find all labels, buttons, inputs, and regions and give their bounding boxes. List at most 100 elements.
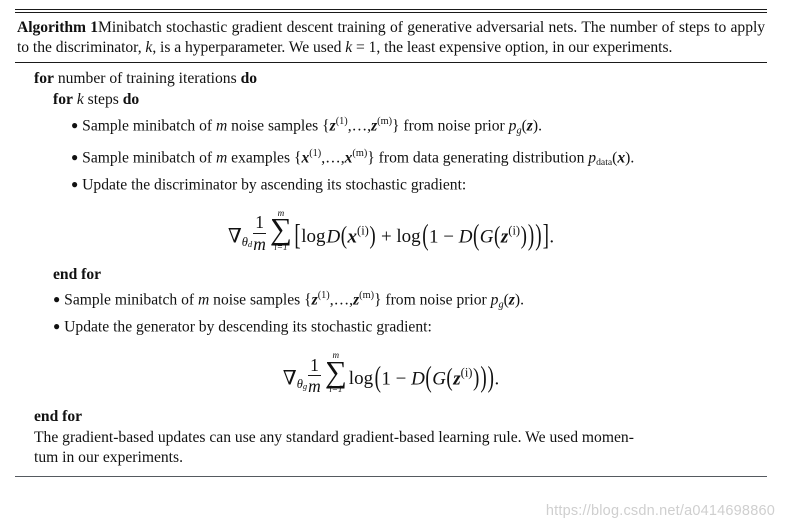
ellipsis: ,…,	[321, 149, 345, 167]
paren-open-3: (	[446, 364, 453, 393]
minus-operator: −	[443, 225, 454, 247]
step-text-mid: examples	[227, 149, 294, 167]
step-update-generator: ● Update the generator by descending its…	[53, 316, 765, 338]
step-text-tail: from noise prior	[399, 117, 509, 135]
paren-open-4: (	[494, 222, 501, 251]
step-text-lead: Sample minibatch of	[64, 291, 198, 309]
step-text: Update the discriminator by ascending it…	[82, 176, 467, 194]
subscript-data: data	[596, 157, 613, 169]
for-inner-variable: k	[76, 90, 84, 108]
closing-paragraph-line-1: The gradient-based updates can use any s…	[34, 428, 634, 446]
algorithm-label: Algorithm 1	[17, 18, 99, 36]
superscript-1: (1)	[317, 289, 330, 301]
algorithm-body: for number of training iterations do for…	[15, 63, 767, 471]
paren-close-1: )	[369, 222, 376, 251]
step-text: Update the generator by descending its s…	[64, 318, 432, 336]
nabla-symbol: ∇	[227, 224, 242, 247]
equation-generator: ∇θg 1 m m ∑ i=1 log(1 − D(G(z(i)))).	[17, 350, 765, 397]
fraction-one-over-m: 1m	[308, 354, 321, 397]
symbol-x-arg: x	[617, 149, 626, 167]
keyword-for-outer: for	[34, 69, 54, 87]
bullet-icon: ●	[71, 176, 79, 191]
paren-close-3: )	[472, 364, 480, 393]
end-for-inner-line: end for	[53, 265, 765, 286]
symbol-D-2: D	[458, 225, 473, 247]
paren-open-3: (	[472, 219, 480, 253]
summation-operator: m ∑ i=1	[325, 350, 347, 394]
paren-close-3: )	[527, 219, 535, 253]
algorithm-bottom-rule	[15, 476, 767, 478]
set-close-brace: }	[374, 291, 382, 309]
superscript-m: (m)	[352, 147, 368, 159]
fraction-denominator: m	[253, 233, 266, 254]
superscript-i-1: (i)	[357, 223, 369, 238]
symbol-m: m	[215, 117, 228, 135]
superscript-1: (1)	[335, 116, 348, 128]
superscript-i-2: (i)	[508, 223, 521, 238]
step-sample-examples: ● Sample minibatch of m examples {x(1),……	[71, 144, 765, 174]
equation-discriminator: ∇θd 1 m m ∑ i=1 [logD(x(i)) + log(1 − D(G(z(i)…	[17, 208, 765, 255]
step-text-tail: from data generating distribution	[374, 149, 589, 167]
ellipsis: ,…,	[329, 291, 354, 309]
superscript-m: (m)	[377, 116, 393, 128]
symbol-D-1: D	[326, 225, 341, 247]
symbol-D: D	[411, 368, 425, 390]
caption-part-3: , the least expensive option, in our exp…	[376, 38, 673, 56]
fraction-numerator: 1	[253, 212, 266, 234]
plus-operator: +	[380, 225, 392, 247]
caption-k-value: = 1	[352, 38, 377, 56]
step-text-mid: noise samples	[227, 117, 323, 135]
keyword-do-inner: do	[122, 90, 140, 108]
symbol-z: z	[453, 368, 461, 390]
bullet-icon: ●	[53, 291, 61, 306]
bullet-icon: ●	[53, 318, 61, 333]
log-operator-1: log	[301, 225, 326, 247]
for-inner-text: steps	[87, 90, 119, 108]
bracket-open: [	[294, 219, 301, 253]
bullet-icon: ●	[71, 149, 79, 164]
paren-open-2: (	[422, 219, 429, 253]
set-open-brace: {	[322, 117, 330, 135]
step-text-tail: from noise prior	[381, 291, 491, 309]
constant-one: 1	[381, 368, 391, 390]
superscript-1: (1)	[309, 147, 322, 159]
algorithm-block: Algorithm 1Minibatch stochastic gradient…	[15, 9, 767, 478]
paren-close-4: )	[520, 222, 527, 251]
equation-period: .	[549, 225, 555, 247]
period: .	[538, 117, 542, 135]
constant-one: 1	[429, 225, 439, 247]
paren-open-1: (	[374, 361, 381, 395]
algorithm-caption: Algorithm 1Minibatch stochastic gradient…	[15, 13, 767, 59]
symbol-m: m	[197, 291, 210, 309]
step-text-lead: Sample minibatch of	[82, 117, 216, 135]
fraction-one-over-m: 1m	[253, 213, 266, 253]
end-for-outer-line: end for	[34, 407, 765, 428]
paren-close-2: )	[535, 219, 542, 253]
symbol-p-data: p	[588, 149, 597, 167]
step-update-discriminator: ● Update the discriminator by ascending …	[71, 174, 765, 196]
step-text-lead: Sample minibatch of	[82, 149, 216, 167]
set-close-brace: }	[367, 149, 375, 167]
equation-period: .	[494, 368, 500, 390]
step-sample-noise-2: ● Sample minibatch of m noise samples {z…	[53, 286, 765, 316]
set-open-brace: {	[304, 291, 312, 309]
ellipsis: ,…,	[347, 117, 372, 135]
symbol-x: x	[347, 225, 358, 247]
log-operator-2: log	[396, 225, 421, 247]
minus-operator: −	[395, 368, 407, 390]
set-close-brace: }	[392, 117, 400, 135]
keyword-end-for-outer: end for	[34, 408, 83, 426]
keyword-do-outer: do	[240, 69, 258, 87]
equation-discriminator-expression: ∇θd 1 m m ∑ i=1 [logD(x(i)) + log(1 − D(G(z(i)…	[227, 208, 555, 255]
for-outer-text: number of training iterations	[57, 69, 237, 87]
bullet-icon: ●	[71, 117, 79, 132]
period: .	[630, 149, 635, 167]
symbol-m: m	[215, 149, 228, 167]
fraction-denominator: m	[308, 376, 321, 397]
period: .	[520, 291, 524, 309]
for-outer-line: for number of training iterations do	[34, 69, 765, 90]
fraction-numerator: 1	[308, 354, 321, 377]
theta-subscript-d: d	[247, 238, 253, 249]
sigma-icon: ∑	[269, 212, 292, 247]
superscript-m: (m)	[359, 289, 375, 301]
